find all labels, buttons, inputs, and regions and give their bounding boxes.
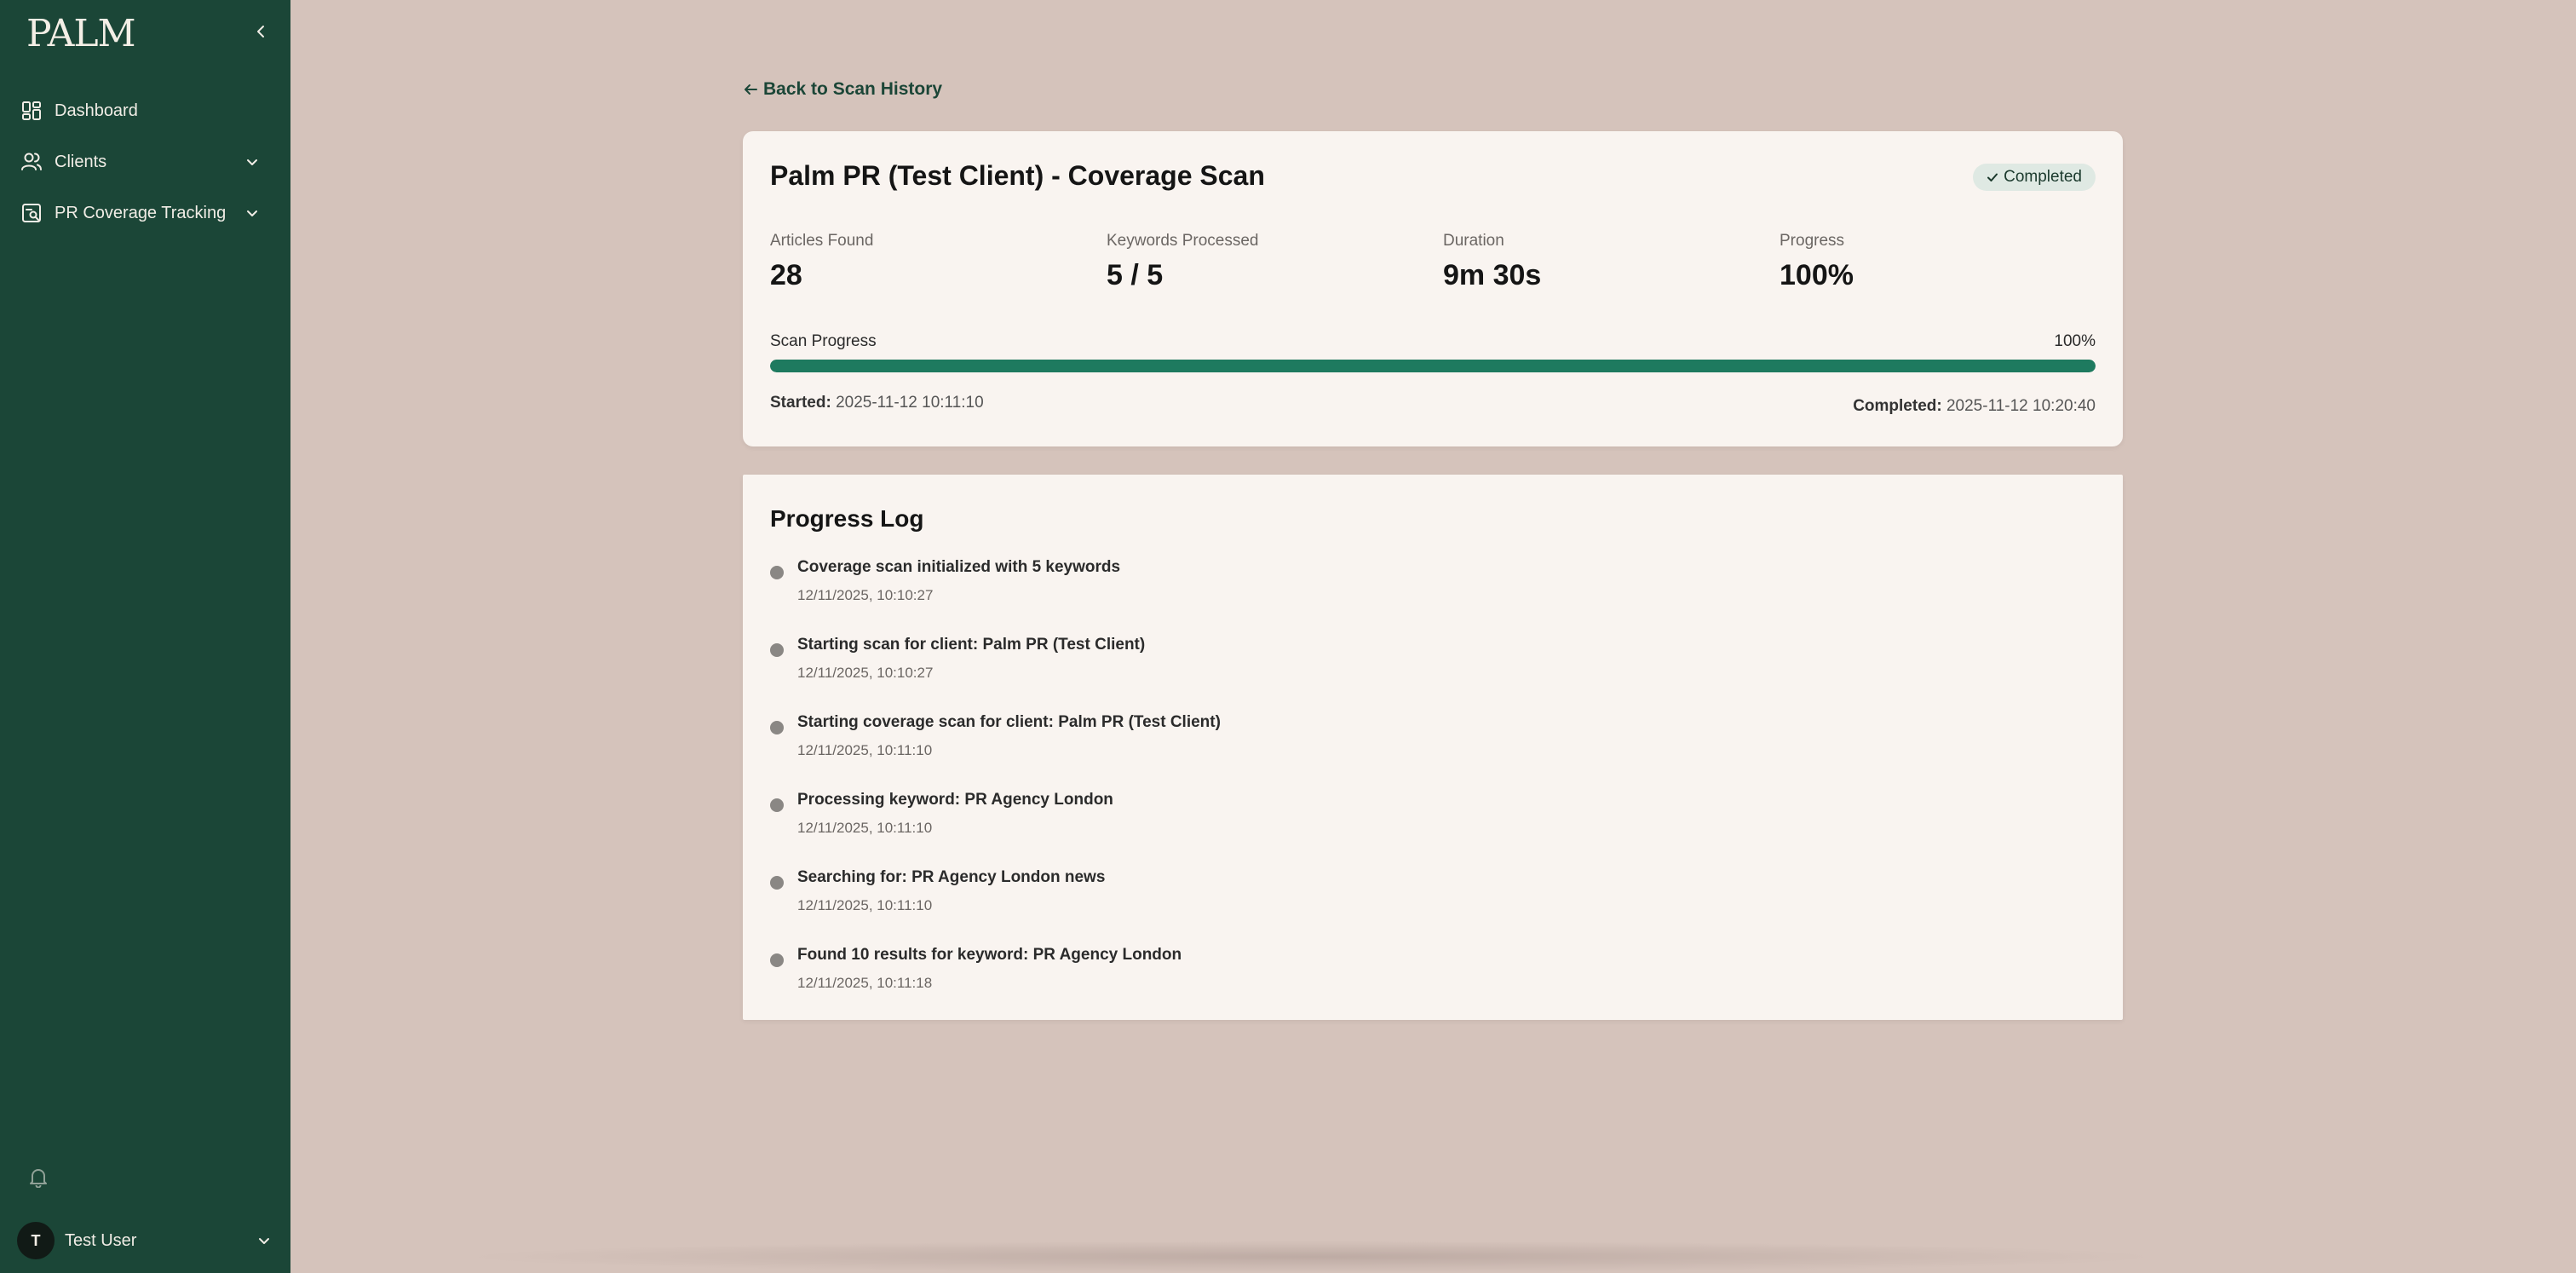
list-item: Starting coverage scan for client: Palm …	[770, 713, 2082, 791]
log-timestamp: 12/11/2025, 10:11:10	[797, 820, 933, 836]
avatar: T	[17, 1222, 55, 1259]
scan-progress-fill	[770, 360, 2096, 372]
user-name: Test User	[65, 1230, 137, 1250]
sidebar-item-label: Dashboard	[55, 101, 138, 120]
sidebar-item-pr-coverage-tracking[interactable]: PR Coverage Tracking	[19, 194, 274, 232]
log-timestamp: 12/11/2025, 10:10:27	[797, 587, 934, 603]
status-dot	[770, 876, 784, 890]
scan-progress-bar	[770, 360, 2096, 372]
progress-log-title: Progress Log	[770, 505, 924, 532]
scan-summary-card: Palm PR (Test Client) - Coverage Scan Co…	[743, 131, 2123, 446]
stat-label: Progress	[1780, 232, 1845, 250]
log-message: Starting scan for client: Palm PR (Test …	[797, 636, 1146, 654]
stat-label: Duration	[1443, 232, 1504, 250]
completed-label: Completed:	[1853, 397, 1942, 415]
stat-value: 100%	[1780, 259, 1854, 291]
started-value: 2025-11-12 10:11:10	[836, 394, 984, 412]
status-dot	[770, 566, 784, 579]
users-icon	[19, 149, 44, 175]
status-label: Completed	[2004, 168, 2082, 186]
log-timestamp: 12/11/2025, 10:10:27	[797, 665, 934, 681]
stat-label: Articles Found	[770, 232, 874, 250]
log-message: Processing keyword: PR Agency London	[797, 791, 1113, 809]
status-dot	[770, 953, 784, 967]
stat-value: 28	[770, 259, 802, 291]
scan-progress-label: Scan Progress	[770, 332, 877, 350]
back-link-label: Back to Scan History	[763, 79, 943, 99]
arrow-left-icon	[743, 82, 758, 97]
collapse-sidebar-button[interactable]	[249, 19, 274, 44]
log-timestamp: 12/11/2025, 10:11:10	[797, 897, 933, 913]
chevron-left-icon	[257, 26, 264, 37]
stat-value: 5 / 5	[1107, 259, 1164, 291]
coverage-icon	[19, 200, 44, 226]
completed-value: 2025-11-12 10:20:40	[1946, 397, 2096, 415]
started-label: Started:	[770, 394, 831, 412]
status-dot	[770, 798, 784, 812]
user-menu[interactable]: T Test User	[17, 1222, 276, 1259]
stat-keywords-processed: Keywords Processed 5 / 5	[1107, 232, 1258, 292]
sidebar-item-label: PR Coverage Tracking	[55, 203, 227, 222]
completed-timestamp: Completed: 2025-11-12 10:20:40	[1853, 397, 2096, 416]
progress-log-list: Coverage scan initialized with 5 keyword…	[770, 558, 2082, 1023]
log-message: Starting coverage scan for client: Palm …	[797, 713, 1221, 731]
progress-log-card: Progress Log Coverage scan initialized w…	[743, 475, 2123, 1020]
sidebar-item-dashboard[interactable]: Dashboard	[19, 92, 274, 130]
stat-value: 9m 30s	[1443, 259, 1542, 291]
log-timestamp: 12/11/2025, 10:11:10	[797, 742, 933, 758]
check-icon	[1987, 171, 1998, 183]
bell-icon[interactable]	[27, 1166, 49, 1189]
sidebar-item-label: Clients	[55, 152, 107, 171]
log-message: Coverage scan initialized with 5 keyword…	[797, 558, 1121, 576]
status-dot	[770, 721, 784, 734]
list-item: Coverage scan initialized with 5 keyword…	[770, 558, 2082, 636]
status-badge: Completed	[1973, 164, 2096, 191]
log-message: Found 10 results for keyword: PR Agency …	[797, 946, 1182, 964]
stat-progress: Progress 100%	[1780, 232, 1854, 292]
log-message: Searching for: PR Agency London news	[797, 868, 1106, 886]
stat-duration: Duration 9m 30s	[1443, 232, 1541, 292]
sidebar: PALM Dashboard Clients PR Coverage Track…	[0, 0, 290, 1273]
list-item: Processing keyword: PR Agency London 12/…	[770, 791, 2082, 868]
page-bottom-shadow	[460, 1241, 2164, 1273]
stat-label: Keywords Processed	[1107, 232, 1259, 250]
back-to-scan-history-link[interactable]: Back to Scan History	[743, 77, 942, 102]
list-item: Starting scan for client: Palm PR (Test …	[770, 636, 2082, 713]
started-timestamp: Started: 2025-11-12 10:11:10	[770, 394, 984, 412]
chevron-down-icon[interactable]	[252, 1229, 276, 1253]
chevron-down-icon[interactable]	[240, 201, 264, 225]
list-item: Found 10 results for keyword: PR Agency …	[770, 946, 2082, 1023]
stat-articles-found: Articles Found 28	[770, 232, 873, 292]
scan-title: Palm PR (Test Client) - Coverage Scan	[770, 160, 1265, 191]
sidebar-item-clients[interactable]: Clients	[19, 143, 274, 181]
scan-progress-percent: 100%	[2054, 332, 2096, 350]
logo: PALM	[26, 12, 136, 55]
status-dot	[770, 643, 784, 657]
log-timestamp: 12/11/2025, 10:11:18	[797, 975, 933, 991]
grid-icon	[19, 98, 44, 124]
list-item: Searching for: PR Agency London news 12/…	[770, 868, 2082, 946]
chevron-down-icon[interactable]	[240, 150, 264, 174]
